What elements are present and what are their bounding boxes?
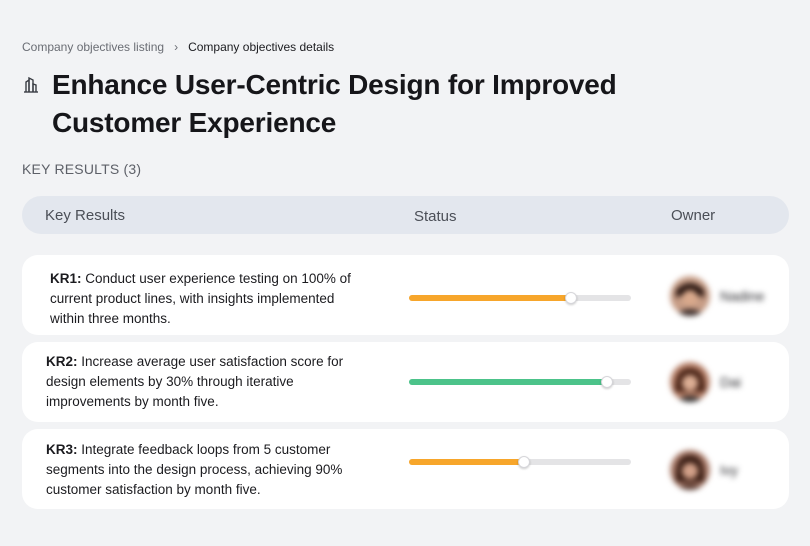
- owner-name: Nadine: [720, 288, 765, 304]
- chevron-right-icon: ›: [174, 40, 179, 54]
- avatar: [670, 450, 710, 490]
- avatar: [670, 362, 710, 402]
- key-result-row[interactable]: KR3: Integrate feedback loops from 5 cus…: [22, 429, 789, 509]
- breadcrumb: Company objectives listing › Company obj…: [22, 40, 334, 54]
- key-result-description: Conduct user experience testing on 100% …: [50, 271, 351, 326]
- owner[interactable]: Nadine: [670, 276, 764, 316]
- table-header: Key Results Status Owner: [22, 196, 789, 234]
- column-header-owner: Owner: [671, 207, 716, 224]
- key-result-description: Increase average user satisfaction score…: [46, 354, 344, 409]
- building-icon: [22, 76, 44, 142]
- owner[interactable]: Ivy: [670, 450, 738, 490]
- progress-slider-handle[interactable]: [518, 456, 531, 468]
- column-header-status: Status: [414, 208, 457, 225]
- column-header-key-results: Key Results: [45, 207, 126, 224]
- key-result-text: KR2: Increase average user satisfaction …: [46, 352, 376, 412]
- key-result-row[interactable]: KR1: Conduct user experience testing on …: [22, 255, 789, 335]
- key-result-id: KR2:: [46, 354, 78, 369]
- key-result-row[interactable]: KR2: Increase average user satisfaction …: [22, 342, 789, 422]
- owner[interactable]: Dai: [670, 362, 741, 402]
- title-row: Enhance User-Centric Design for Improved…: [22, 66, 652, 142]
- progress-bar: [409, 376, 631, 388]
- key-result-text: KR1: Conduct user experience testing on …: [50, 269, 370, 329]
- owner-name: Ivy: [720, 462, 738, 478]
- key-result-description: Integrate feedback loops from 5 customer…: [46, 442, 343, 497]
- key-result-text: KR3: Integrate feedback loops from 5 cus…: [46, 440, 376, 500]
- progress-slider-handle[interactable]: [565, 292, 578, 304]
- breadcrumb-current: Company objectives details: [188, 40, 335, 54]
- progress-bar: [409, 456, 631, 468]
- progress-bar: [409, 292, 631, 304]
- page-title: Enhance User-Centric Design for Improved…: [52, 69, 617, 138]
- key-result-id: KR3:: [46, 442, 78, 457]
- progress-fill: [409, 379, 607, 385]
- progress-slider-handle[interactable]: [600, 376, 613, 388]
- owner-name: Dai: [720, 374, 742, 390]
- key-results-count-label: KEY RESULTS (3): [22, 161, 142, 177]
- breadcrumb-objectives-listing-link[interactable]: Company objectives listing: [22, 40, 164, 54]
- progress-fill: [409, 295, 572, 301]
- key-result-id: KR1:: [50, 271, 82, 286]
- progress-fill: [409, 459, 525, 465]
- avatar: [670, 276, 710, 316]
